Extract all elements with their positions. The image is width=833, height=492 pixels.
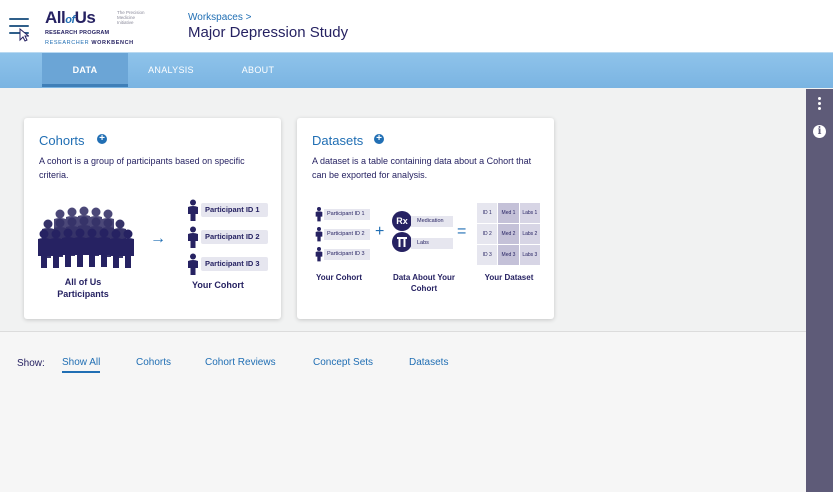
table-row: ID 2 Med 2 Labs 2 (477, 224, 541, 244)
your-cohort-label: Your Cohort (192, 280, 244, 290)
table-row: ID 1 Med 1 Labs 1 (477, 203, 541, 223)
logo-program: RESEARCH PROGRAM (45, 30, 110, 36)
info-icon[interactable]: i (813, 125, 826, 138)
person-icon (315, 227, 323, 242)
data-about-cohort-label: Data About Your Cohort (392, 273, 456, 293)
cohorts-title: Cohorts (39, 133, 85, 148)
filter-show-all[interactable]: Show All (62, 357, 101, 373)
tab-about[interactable]: ABOUT (232, 53, 284, 87)
tab-analysis[interactable]: ANALYSIS (140, 53, 202, 87)
top-header: AllofUs The Precision Medicine Initiativ… (0, 0, 833, 52)
all-of-us-logo[interactable]: AllofUs The Precision Medicine Initiativ… (45, 9, 145, 47)
list-item: Participant ID 1 (315, 206, 370, 223)
table-cell: Labs 3 (519, 245, 540, 265)
filter-cohorts[interactable]: Cohorts (136, 357, 171, 368)
cohorts-description: A cohort is a group of participants base… (39, 156, 245, 180)
table-cell: Med 1 (498, 203, 519, 223)
mouse-cursor-icon (19, 28, 29, 42)
labs-icon (392, 232, 412, 252)
breadcrumb-workspaces[interactable]: Workspaces > (188, 12, 251, 23)
your-cohort-label: Your Cohort (315, 273, 363, 282)
dataset-participant-list: Participant ID 1 Participant ID 2 Partic… (315, 206, 370, 266)
table-cell: Med 2 (498, 224, 519, 244)
table-cell: Med 3 (498, 245, 519, 265)
add-dataset-icon[interactable]: + (374, 134, 384, 144)
crowd-label: All of Us Participants (57, 277, 109, 299)
list-item: Participant ID 2 (315, 226, 370, 243)
crowd-icon (38, 206, 134, 268)
filter-datasets[interactable]: Datasets (409, 357, 448, 368)
participant-id: Participant ID 1 (324, 209, 370, 220)
table-cell: ID 3 (477, 245, 498, 265)
participant-id: Participant ID 3 (201, 257, 268, 271)
cohorts-card: Cohorts + A cohort is a group of partici… (24, 118, 281, 319)
tab-data[interactable]: DATA (42, 53, 128, 87)
person-icon (315, 207, 323, 222)
participant-id: Participant ID 3 (324, 249, 370, 260)
participant-id: Participant ID 2 (324, 229, 370, 240)
your-dataset-label: Your Dataset (484, 273, 534, 282)
datasets-title: Datasets (312, 133, 364, 148)
more-options-icon[interactable] (818, 97, 821, 112)
filter-concept-sets[interactable]: Concept Sets (313, 357, 373, 368)
table-cell: Labs 2 (519, 224, 540, 244)
datasets-card: Datasets + A dataset is a table containi… (297, 118, 554, 319)
table-cell: ID 1 (477, 203, 498, 223)
datasets-description: A dataset is a table containing data abo… (312, 156, 532, 180)
logo-tagline: The Precision Medicine Initiative (117, 10, 145, 25)
arrow-right-icon: → (150, 230, 166, 247)
person-icon (188, 253, 198, 275)
help-sidebar-rail: i (806, 89, 833, 492)
medication-rx-icon: Rx (392, 211, 412, 231)
participant-id: Participant ID 2 (201, 230, 268, 244)
participant-id: Participant ID 1 (201, 203, 268, 217)
workspace-tab-bar: DATA ANALYSIS ABOUT (0, 52, 833, 88)
show-filter-label: Show: (17, 358, 45, 369)
dataset-table-illustration: ID 1 Med 1 Labs 1 ID 2 Med 2 Labs 2 ID 3… (477, 203, 541, 266)
person-icon (188, 199, 198, 221)
add-cohort-icon[interactable]: + (97, 134, 107, 144)
table-cell: ID 2 (477, 224, 498, 244)
person-icon (188, 226, 198, 248)
equals-operator-icon: = (457, 223, 467, 240)
page-title: Major Depression Study (188, 24, 349, 41)
table-row: ID 3 Med 3 Labs 3 (477, 245, 541, 265)
labs-label: Labs (411, 238, 453, 249)
filter-cohort-reviews[interactable]: Cohort Reviews (205, 357, 276, 368)
logo-workbench: RESEARCHER WORKBENCH (45, 40, 134, 46)
medication-label: Medication (411, 216, 453, 227)
table-cell: Labs 1 (519, 203, 540, 223)
list-item: Participant ID 3 (315, 246, 370, 263)
resource-list-panel: Show: Show All Cohorts Cohort Reviews Co… (0, 331, 806, 492)
person-icon (315, 247, 323, 262)
plus-operator-icon: + (375, 223, 385, 240)
